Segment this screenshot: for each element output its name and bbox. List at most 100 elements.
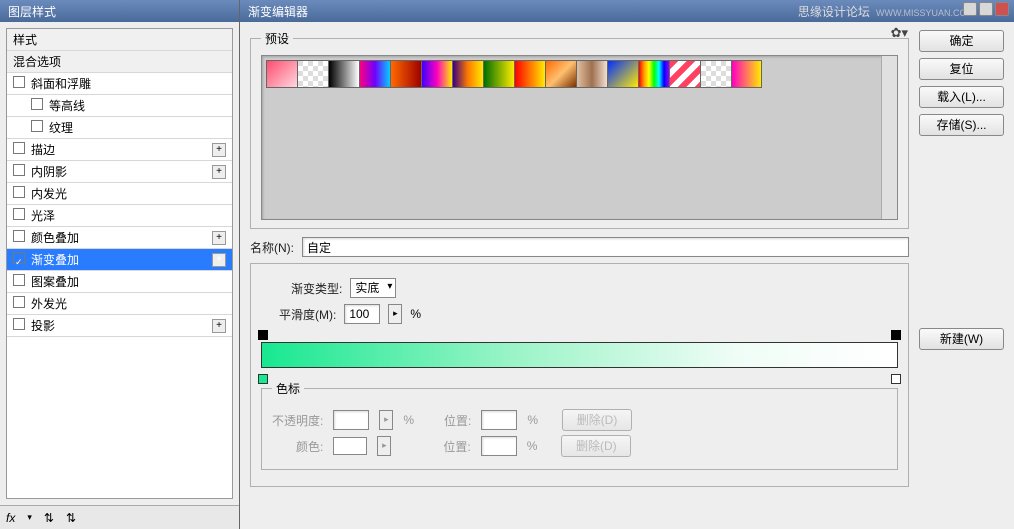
style-item-label: 等高线 [49, 99, 85, 113]
preset-swatch-11[interactable] [607, 60, 638, 88]
delete-color-button: 删除(D) [561, 435, 631, 457]
layer-style-title: 图层样式 [0, 0, 239, 22]
preset-swatch-6[interactable] [452, 60, 483, 88]
opacity-spinner: ▸ [379, 410, 393, 430]
preset-swatch-13[interactable] [669, 60, 700, 88]
ok-button[interactable]: 确定 [919, 30, 1004, 52]
style-checkbox[interactable] [13, 318, 25, 330]
opacity-stop-left[interactable] [258, 330, 268, 340]
style-checkbox[interactable] [13, 296, 25, 308]
style-item-label: 渐变叠加 [31, 253, 79, 267]
save-button[interactable]: 存储(S)... [919, 114, 1004, 136]
gradient-editor-title: 渐变编辑器 思缘设计论坛 WWW.MISSYUAN.COM [240, 0, 1014, 22]
preset-swatch-0[interactable] [266, 60, 297, 88]
preset-swatch-1[interactable] [297, 60, 328, 88]
preset-box [261, 55, 898, 220]
preset-swatch-3[interactable] [359, 60, 390, 88]
style-item-3[interactable]: 描边 + [7, 139, 232, 161]
style-checkbox[interactable] [31, 120, 43, 132]
style-item-label: 投影 [31, 319, 55, 333]
name-input[interactable] [302, 237, 909, 257]
color-stop-left[interactable] [258, 374, 268, 384]
preset-swatch-8[interactable] [514, 60, 545, 88]
color-stop-right[interactable] [891, 374, 901, 384]
add-effect-button[interactable]: + [212, 319, 226, 333]
opacity-input [333, 410, 369, 430]
style-item-label: 光泽 [31, 209, 55, 223]
opacity-stop-right[interactable] [891, 330, 901, 340]
style-checkbox[interactable] [13, 186, 25, 198]
preset-swatch-5[interactable] [421, 60, 452, 88]
left-footer: fx▾ ⇅ ⇅ [0, 505, 239, 529]
style-checkbox[interactable] [13, 230, 25, 242]
position-label-1: 位置: [444, 412, 471, 429]
style-item-label: 颜色叠加 [31, 231, 79, 245]
style-checkbox[interactable] [13, 142, 25, 154]
opacity-label: 不透明度: [272, 412, 323, 429]
type-select[interactable]: 实底 [350, 278, 396, 298]
style-item-10[interactable]: 外发光 [7, 293, 232, 315]
maximize-button[interactable] [979, 2, 993, 16]
style-item-1[interactable]: 等高线 [7, 95, 232, 117]
stops-legend: 色标 [272, 380, 304, 397]
preset-swatch-7[interactable] [483, 60, 514, 88]
style-item-7[interactable]: 颜色叠加 + [7, 227, 232, 249]
preset-swatch-15[interactable] [731, 60, 762, 88]
smooth-input[interactable] [344, 304, 380, 324]
style-item-9[interactable]: 图案叠加 [7, 271, 232, 293]
style-checkbox[interactable] [31, 98, 43, 110]
style-checkbox[interactable] [13, 274, 25, 286]
fx-icon[interactable]: fx [6, 511, 15, 525]
color-well [333, 437, 367, 455]
blend-options-header[interactable]: 混合选项 [7, 51, 232, 73]
style-checkbox[interactable] [13, 208, 25, 220]
style-item-8[interactable]: 渐变叠加 + [7, 249, 232, 271]
load-button[interactable]: 载入(L)... [919, 86, 1004, 108]
style-item-label: 描边 [31, 143, 55, 157]
add-effect-button[interactable]: + [212, 165, 226, 179]
type-label: 渐变类型: [291, 280, 342, 297]
style-item-0[interactable]: 斜面和浮雕 [7, 73, 232, 95]
smooth-label: 平滑度(M): [279, 306, 336, 323]
add-effect-button[interactable]: + [212, 231, 226, 245]
minimize-button[interactable] [963, 2, 977, 16]
preset-swatch-10[interactable] [576, 60, 607, 88]
style-item-label: 外发光 [31, 297, 67, 311]
gear-icon[interactable]: ✿▾ [891, 25, 908, 41]
close-button[interactable] [995, 2, 1009, 16]
opacity-position-input [481, 410, 517, 430]
preset-swatch-14[interactable] [700, 60, 731, 88]
style-item-11[interactable]: 投影 + [7, 315, 232, 337]
footer-icon-2[interactable]: ⇅ [66, 511, 76, 525]
footer-icon-1[interactable]: ⇅ [44, 511, 54, 525]
preset-swatch-12[interactable] [638, 60, 669, 88]
style-list: 样式 混合选项 斜面和浮雕等高线纹理描边 + 内阴影 + 内发光光泽颜色叠加 + 渐变叠加 +… [6, 28, 233, 499]
preset-swatch-4[interactable] [390, 60, 421, 88]
name-label: 名称(N): [250, 239, 294, 256]
watermark: 思缘设计论坛 WWW.MISSYUAN.COM [798, 3, 974, 20]
style-item-6[interactable]: 光泽 [7, 205, 232, 227]
smooth-spinner[interactable]: ▸ [388, 304, 402, 324]
style-item-label: 内阴影 [31, 165, 67, 179]
style-checkbox[interactable] [13, 164, 25, 176]
style-item-4[interactable]: 内阴影 + [7, 161, 232, 183]
style-checkbox[interactable] [13, 252, 25, 264]
preset-legend: 预设 [261, 30, 293, 47]
add-effect-button[interactable]: + [212, 253, 226, 267]
style-checkbox[interactable] [13, 76, 25, 88]
delete-opacity-button: 删除(D) [562, 409, 632, 431]
preset-swatch-2[interactable] [328, 60, 359, 88]
gradient-bar[interactable] [261, 342, 898, 372]
style-item-label: 斜面和浮雕 [31, 77, 91, 91]
style-item-label: 图案叠加 [31, 275, 79, 289]
preset-swatch-9[interactable] [545, 60, 576, 88]
position-label-2: 位置: [443, 438, 470, 455]
preset-scrollbar[interactable] [881, 56, 897, 219]
add-effect-button[interactable]: + [212, 143, 226, 157]
styles-header[interactable]: 样式 [7, 29, 232, 51]
reset-button[interactable]: 复位 [919, 58, 1004, 80]
style-item-5[interactable]: 内发光 [7, 183, 232, 205]
color-position-input [481, 436, 517, 456]
new-button[interactable]: 新建(W) [919, 328, 1004, 350]
style-item-2[interactable]: 纹理 [7, 117, 232, 139]
